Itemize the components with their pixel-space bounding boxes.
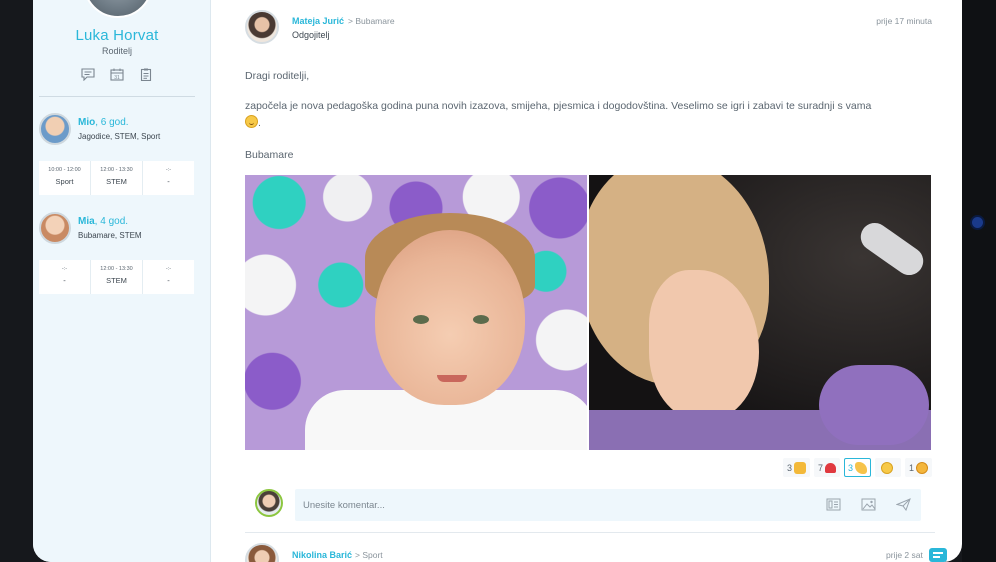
- post-photo[interactable]: [589, 175, 931, 450]
- profile-role: Roditelj: [101, 46, 132, 56]
- heart-icon: [824, 462, 836, 473]
- author-name[interactable]: Mateja Jurić: [292, 16, 344, 26]
- reaction-heart[interactable]: 7: [813, 458, 840, 477]
- child-groups: Jagodice, STEM, Sport: [78, 132, 161, 141]
- author-avatar[interactable]: [245, 10, 279, 44]
- laughing-face-icon: [880, 461, 893, 474]
- child-schedule: -:- - 12:00 - 13:30 STEM -:- -: [39, 260, 194, 294]
- post-group[interactable]: > Sport: [355, 550, 383, 560]
- author-role: Odgojitelj: [292, 30, 330, 40]
- calendar-icon[interactable]: 31: [110, 68, 124, 81]
- profile-avatar[interactable]: [83, 0, 153, 18]
- comment-composer: [245, 486, 935, 524]
- current-user-avatar: [255, 489, 283, 517]
- send-icon[interactable]: [896, 498, 911, 511]
- tablet-frame: Luka Horvat Roditelj 31 Mio, 6 god. Jago…: [0, 0, 996, 562]
- post-photo-gallery: [245, 175, 931, 450]
- child-name: Mia, 4 god.: [78, 216, 129, 227]
- reactions-bar: 3 7 3 1: [782, 458, 932, 477]
- reaction-laugh[interactable]: [874, 458, 901, 477]
- party-face-icon: [916, 461, 928, 474]
- sidebar-divider: [39, 96, 195, 97]
- schedule-slot: 12:00 - 13:30 STEM: [91, 260, 143, 294]
- post-timestamp: prije 17 minuta: [876, 16, 932, 26]
- child-avatar: [39, 212, 71, 244]
- attachment-icon[interactable]: [826, 498, 841, 511]
- schedule-slot: -:- -: [165, 167, 172, 186]
- svg-text:31: 31: [114, 75, 120, 81]
- schedule-slot: 12:00 - 13:30 STEM: [91, 161, 143, 195]
- reaction-party[interactable]: 1: [904, 458, 932, 477]
- author-name[interactable]: Nikolina Barić: [292, 550, 352, 560]
- child-avatar: [39, 113, 71, 145]
- post-body: započela je nova pedagoška godina puna n…: [245, 100, 872, 129]
- app-screen: Luka Horvat Roditelj 31 Mio, 6 god. Jago…: [33, 0, 962, 562]
- chat-icon[interactable]: [81, 68, 95, 81]
- post-group[interactable]: > Bubamare: [348, 16, 395, 26]
- post-timestamp: prije 2 sat: [886, 550, 923, 560]
- profile-name: Luka Horvat: [75, 27, 159, 44]
- clipboard-icon[interactable]: [139, 68, 153, 81]
- reaction-thumbs-up[interactable]: 3: [782, 458, 810, 477]
- chat-bubble-icon[interactable]: [929, 548, 947, 562]
- smiley-emoji-icon: [245, 115, 258, 128]
- post-divider: [245, 532, 935, 533]
- schedule-slot: -:- -: [165, 266, 172, 285]
- front-camera: [972, 217, 983, 228]
- tablet-bezel: [962, 0, 996, 562]
- post-signature: Bubamare: [245, 149, 294, 161]
- thumbs-up-icon: [793, 461, 806, 474]
- post-photo[interactable]: [245, 175, 587, 450]
- comment-tools: [826, 498, 911, 511]
- clapping-hands-icon: [854, 461, 867, 474]
- child-groups: Bubamare, STEM: [78, 231, 142, 240]
- child-schedule: 10:00 - 12:00 Sport 12:00 - 13:30 STEM -…: [39, 161, 194, 195]
- schedule-slot: 10:00 - 12:00 Sport: [39, 161, 91, 195]
- schedule-slot: -:- -: [39, 260, 91, 294]
- author-avatar[interactable]: [245, 543, 279, 562]
- post-greeting: Dragi roditelji,: [245, 70, 310, 82]
- feed-post: Mateja Jurić > Bubamare Odgojitelj prije…: [211, 0, 962, 562]
- sidebar: Luka Horvat Roditelj 31 Mio, 6 god. Jago…: [33, 0, 211, 562]
- image-icon[interactable]: [861, 498, 876, 511]
- child-name: Mio, 6 god.: [78, 117, 129, 128]
- reaction-clapping[interactable]: 3: [843, 458, 871, 477]
- profile-actions: 31: [81, 68, 153, 81]
